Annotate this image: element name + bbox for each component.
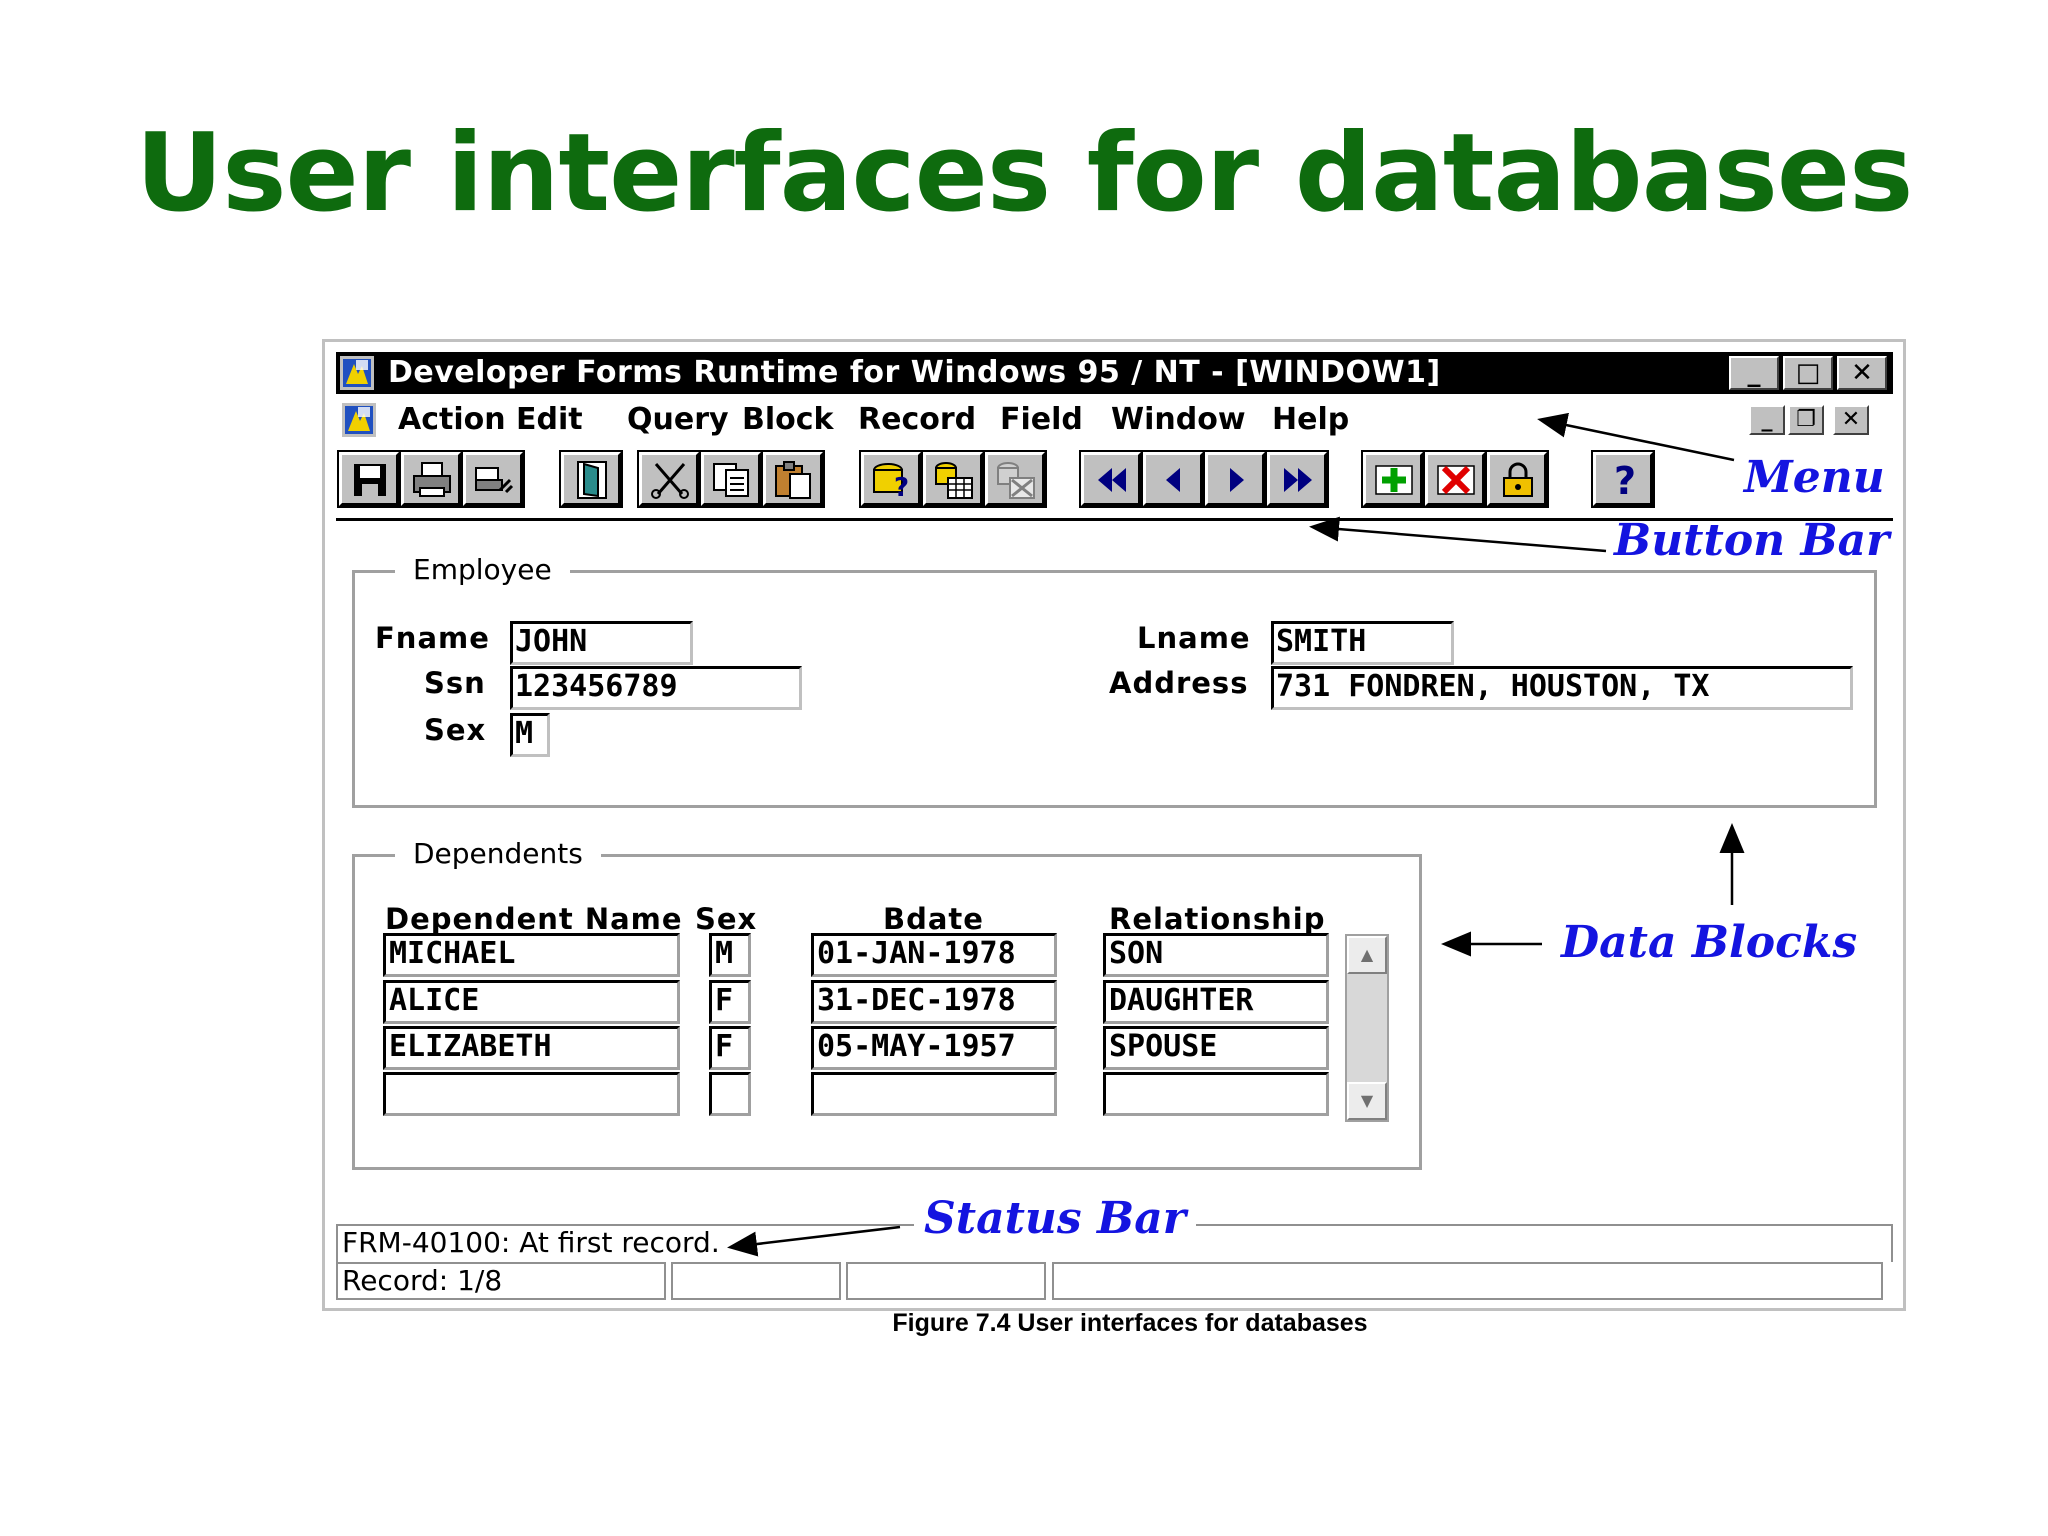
annotation-arrows	[727, 412, 1745, 1257]
status-bar-arrow	[727, 1225, 901, 1257]
button-bar-arrow	[1309, 516, 1607, 553]
figure-caption: Figure 7.4 User interfaces for databases	[892, 1309, 1368, 1337]
menu-arrow	[1537, 412, 1735, 462]
